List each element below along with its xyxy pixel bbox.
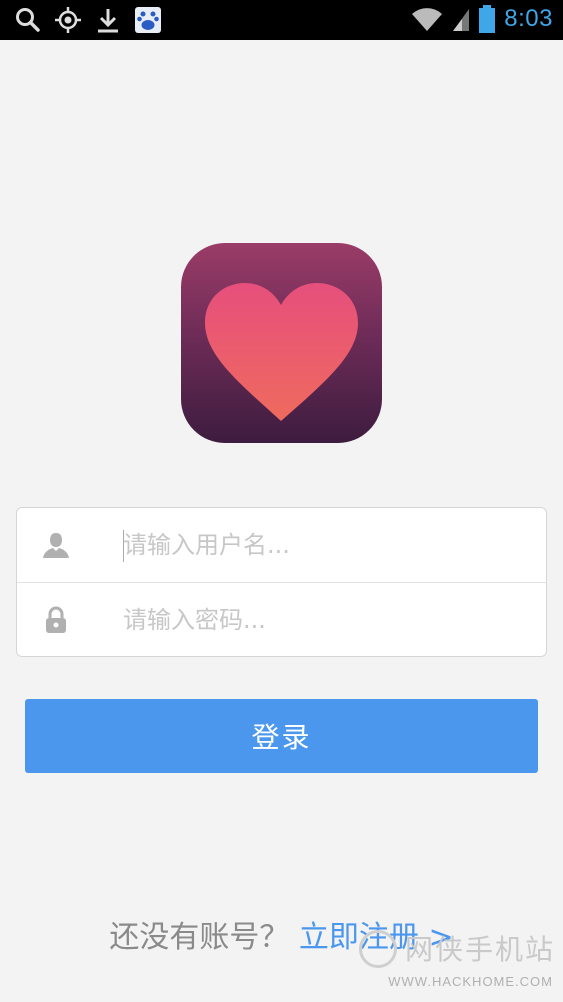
wifi-icon	[412, 8, 443, 31]
username-row	[17, 508, 546, 583]
watermark-logo-icon	[359, 930, 397, 968]
status-time: 8:03	[504, 5, 553, 32]
status-bar-system: 8:03	[410, 4, 553, 34]
text-caret	[123, 530, 124, 562]
watermark-title: 网侠手机站	[404, 933, 555, 966]
heart-icon	[205, 283, 358, 421]
search-icon	[16, 8, 40, 32]
signal-icon	[453, 9, 470, 31]
baidu-app-icon	[135, 7, 161, 33]
password-input[interactable]	[123, 597, 523, 643]
user-icon	[43, 533, 69, 558]
username-input[interactable]	[123, 522, 523, 568]
location-icon	[55, 7, 81, 33]
login-button[interactable]: 登录	[25, 699, 538, 773]
status-bar-notifications	[14, 6, 162, 34]
login-form	[16, 507, 547, 657]
app-logo	[181, 243, 382, 443]
password-row	[17, 583, 546, 657]
watermark: 网侠手机站 WWW.HACKHOME.COM	[359, 928, 555, 998]
watermark-url: WWW.HACKHOME.COM	[388, 974, 553, 989]
no-account-text: 还没有账号？	[109, 920, 290, 955]
status-bar: 8:03	[0, 0, 563, 40]
download-icon	[98, 9, 118, 33]
battery-icon	[479, 5, 496, 33]
lock-icon	[46, 606, 66, 633]
